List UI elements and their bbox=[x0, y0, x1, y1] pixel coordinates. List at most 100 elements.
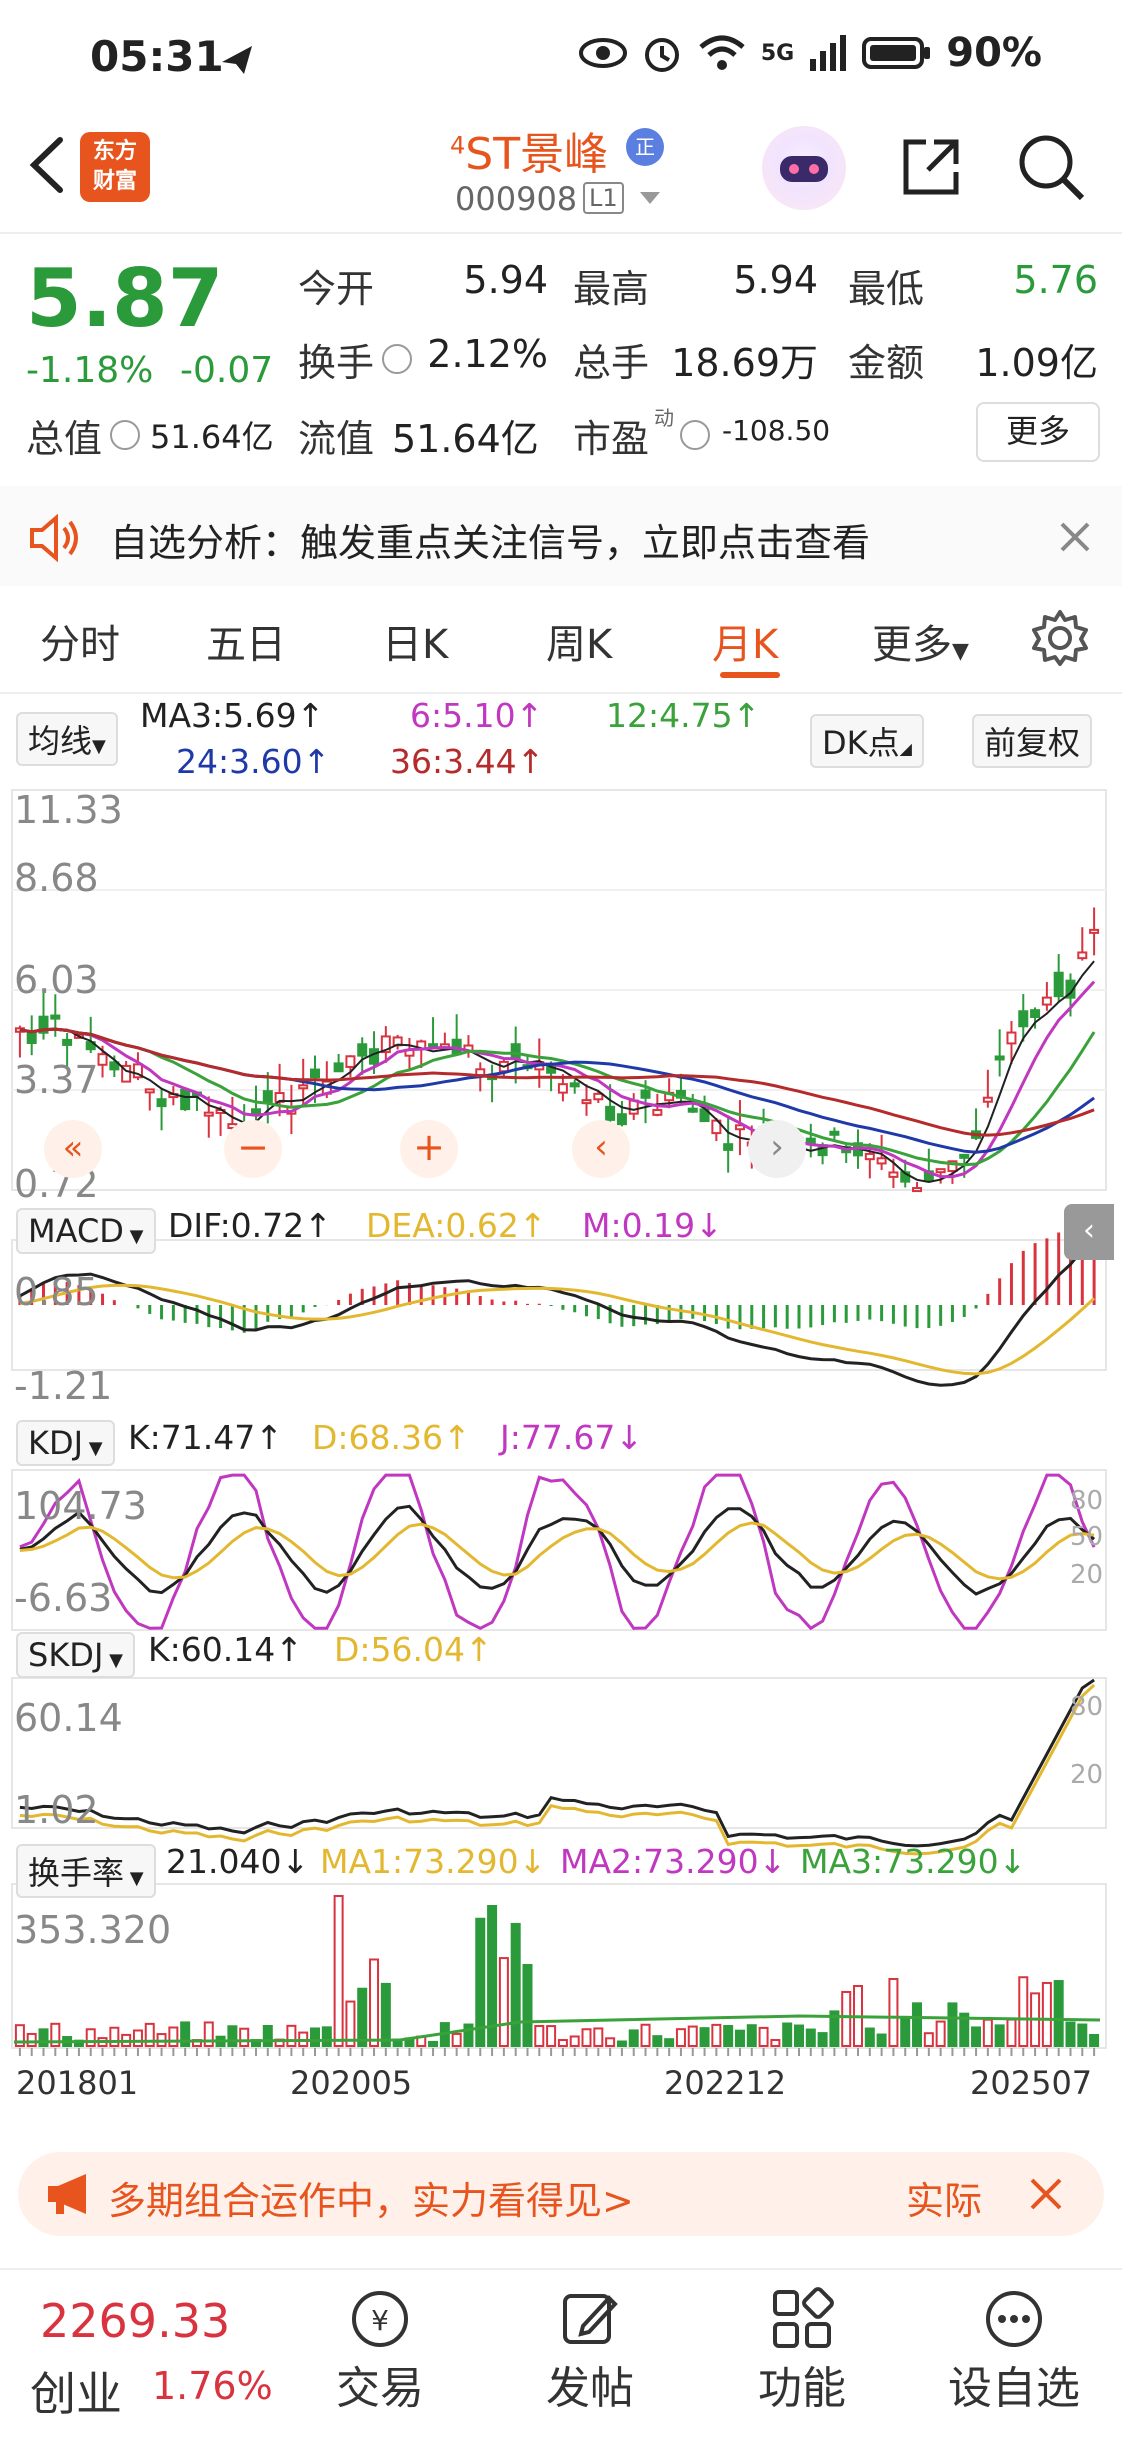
change-percent: -1.18% bbox=[26, 350, 154, 391]
tab-fenshi[interactable]: 分时 bbox=[40, 612, 120, 670]
notice-text: 自选分析：触发重点关注信号，立即点击查看 bbox=[110, 521, 871, 565]
turnover-bar bbox=[628, 2029, 639, 2047]
turnover-bar bbox=[770, 2039, 781, 2047]
robot-assistant-icon[interactable] bbox=[762, 126, 846, 210]
candle-body bbox=[569, 1082, 580, 1088]
tab-more[interactable]: 更多▼ bbox=[872, 612, 969, 670]
svg-text:¥: ¥ bbox=[371, 2304, 389, 2337]
ma-selector[interactable]: 均线▼ bbox=[16, 712, 118, 766]
turnover-bar bbox=[38, 2028, 49, 2048]
skdj-k-line bbox=[19, 1678, 1095, 1848]
zoom-out-button[interactable]: − bbox=[224, 1120, 282, 1178]
scroll-right-button[interactable]: › bbox=[748, 1120, 806, 1178]
skdj-d: D:56.04↑ bbox=[334, 1630, 493, 1669]
search-button[interactable] bbox=[1016, 132, 1086, 202]
candle-body bbox=[26, 1032, 37, 1044]
close-icon[interactable] bbox=[1028, 2176, 1064, 2212]
back-button[interactable] bbox=[22, 130, 72, 200]
turnover-bar bbox=[109, 2026, 120, 2047]
kdj-selector[interactable]: KDJ ▼ bbox=[16, 1420, 115, 1466]
turnover-bar bbox=[262, 2025, 273, 2047]
kdj-level-20: 20 bbox=[1070, 1560, 1104, 1590]
turnover-ma3: MA3:73.290↓ bbox=[800, 1842, 1027, 1881]
more-quote-button[interactable]: 更多 bbox=[976, 402, 1100, 462]
level-badge: L1 bbox=[583, 182, 624, 214]
scroll-left-far-button[interactable]: « bbox=[44, 1120, 102, 1178]
tab-rik[interactable]: 日K bbox=[382, 612, 448, 670]
turnover-ma2: MA2:73.290↓ bbox=[560, 1842, 787, 1881]
speaker-icon bbox=[30, 514, 78, 562]
share-icon bbox=[903, 139, 959, 195]
turnover-bar bbox=[168, 2026, 179, 2047]
turnover-bar bbox=[1053, 1980, 1064, 2047]
turnover-bar bbox=[451, 2032, 462, 2048]
tab-wuri[interactable]: 五日 bbox=[206, 612, 286, 670]
turnover-bar bbox=[380, 1982, 391, 2047]
skdj-k: K:60.14↑ bbox=[148, 1630, 303, 1669]
candle-body bbox=[652, 1109, 663, 1116]
macd-dif: DIF:0.72↑ bbox=[168, 1206, 332, 1245]
candle-body bbox=[62, 1038, 73, 1046]
turnover-bar bbox=[876, 2033, 887, 2047]
eastmoney-logo[interactable]: 东方 财富 bbox=[80, 132, 150, 202]
nav-post[interactable]: 发帖 bbox=[510, 2270, 670, 2416]
nav-functions[interactable]: 功能 bbox=[722, 2270, 882, 2416]
share-button[interactable] bbox=[898, 134, 964, 200]
turnover-bar bbox=[711, 2023, 722, 2047]
info-icon[interactable] bbox=[382, 344, 412, 374]
kdj-level-80: 80 bbox=[1070, 1486, 1104, 1516]
index-value[interactable]: 2269.33 bbox=[40, 2294, 230, 2348]
turnover-bar bbox=[864, 2027, 875, 2048]
x-axis-label: 201801 bbox=[16, 2064, 139, 2102]
battery-icon bbox=[862, 37, 931, 69]
skdj-selector[interactable]: SKDJ ▼ bbox=[16, 1632, 135, 1678]
index-change: 1.76% bbox=[152, 2364, 273, 2408]
battery-level: 90% bbox=[946, 30, 1042, 76]
megaphone-icon bbox=[48, 2174, 86, 2214]
float-cap-value: 51.64亿 bbox=[392, 417, 539, 461]
turnover-bar bbox=[888, 1977, 899, 2048]
scroll-left-button[interactable]: ‹ bbox=[572, 1120, 630, 1178]
ma36-line bbox=[19, 1027, 1095, 1137]
pe-label: 市盈 bbox=[573, 417, 650, 461]
info-icon[interactable] bbox=[680, 420, 710, 450]
adjust-button[interactable]: 前复权 bbox=[972, 714, 1093, 768]
dk-point-button[interactable]: DK点◢ bbox=[810, 714, 924, 768]
turnover-bar bbox=[593, 2027, 604, 2048]
zoom-in-button[interactable]: + bbox=[400, 1120, 458, 1178]
kdj-axis-min: -6.63 bbox=[14, 1576, 113, 1620]
gear-icon[interactable] bbox=[1030, 608, 1090, 668]
ma36-value: 36:3.44↑ bbox=[390, 742, 545, 781]
turnover-bar bbox=[569, 2035, 580, 2048]
candle-body bbox=[876, 1157, 887, 1165]
ma6-line bbox=[19, 980, 1096, 1179]
candle-body bbox=[345, 1055, 356, 1068]
tab-yuek[interactable]: 月K bbox=[712, 612, 778, 670]
notice-banner[interactable]: 自选分析：触发重点关注信号，立即点击查看 bbox=[0, 486, 1122, 586]
info-icon[interactable] bbox=[110, 420, 140, 450]
macd-dea: DEA:0.62↑ bbox=[366, 1206, 547, 1245]
kdj-level-50: 50 bbox=[1070, 1522, 1104, 1552]
ad-banner[interactable]: 多期组合运作中，实力看得见> 实际 bbox=[18, 2152, 1104, 2236]
macd-selector[interactable]: MACD ▼ bbox=[16, 1208, 156, 1254]
candle-body bbox=[640, 1089, 651, 1099]
close-icon[interactable] bbox=[1058, 520, 1092, 554]
index-name[interactable]: 创业 bbox=[30, 2358, 122, 2424]
nav-add-watchlist[interactable]: 设自选 bbox=[934, 2270, 1094, 2416]
turnover-selector[interactable]: 换手率 ▼ bbox=[16, 1844, 156, 1898]
ad-tag: 实际 bbox=[906, 2179, 983, 2223]
active-tab-indicator bbox=[720, 672, 780, 678]
turnover-bar bbox=[912, 2002, 923, 2048]
turnover-bar bbox=[640, 2023, 651, 2048]
kline-axis-max: 11.33 bbox=[14, 788, 123, 832]
network-type: 5G bbox=[760, 40, 795, 66]
turnover-bar bbox=[616, 2040, 627, 2047]
ma3-line bbox=[19, 960, 1095, 1184]
candle-body bbox=[369, 1048, 380, 1065]
tab-zhouk[interactable]: 周K bbox=[546, 612, 612, 670]
collapse-panel-button[interactable]: ‹ bbox=[1064, 1204, 1114, 1260]
candle-body bbox=[994, 1055, 1005, 1061]
nav-trade[interactable]: ¥ 交易 bbox=[300, 2270, 460, 2416]
macd-axis-max: 0.85 bbox=[14, 1270, 99, 1314]
macd-dea-line bbox=[19, 1283, 1096, 1376]
